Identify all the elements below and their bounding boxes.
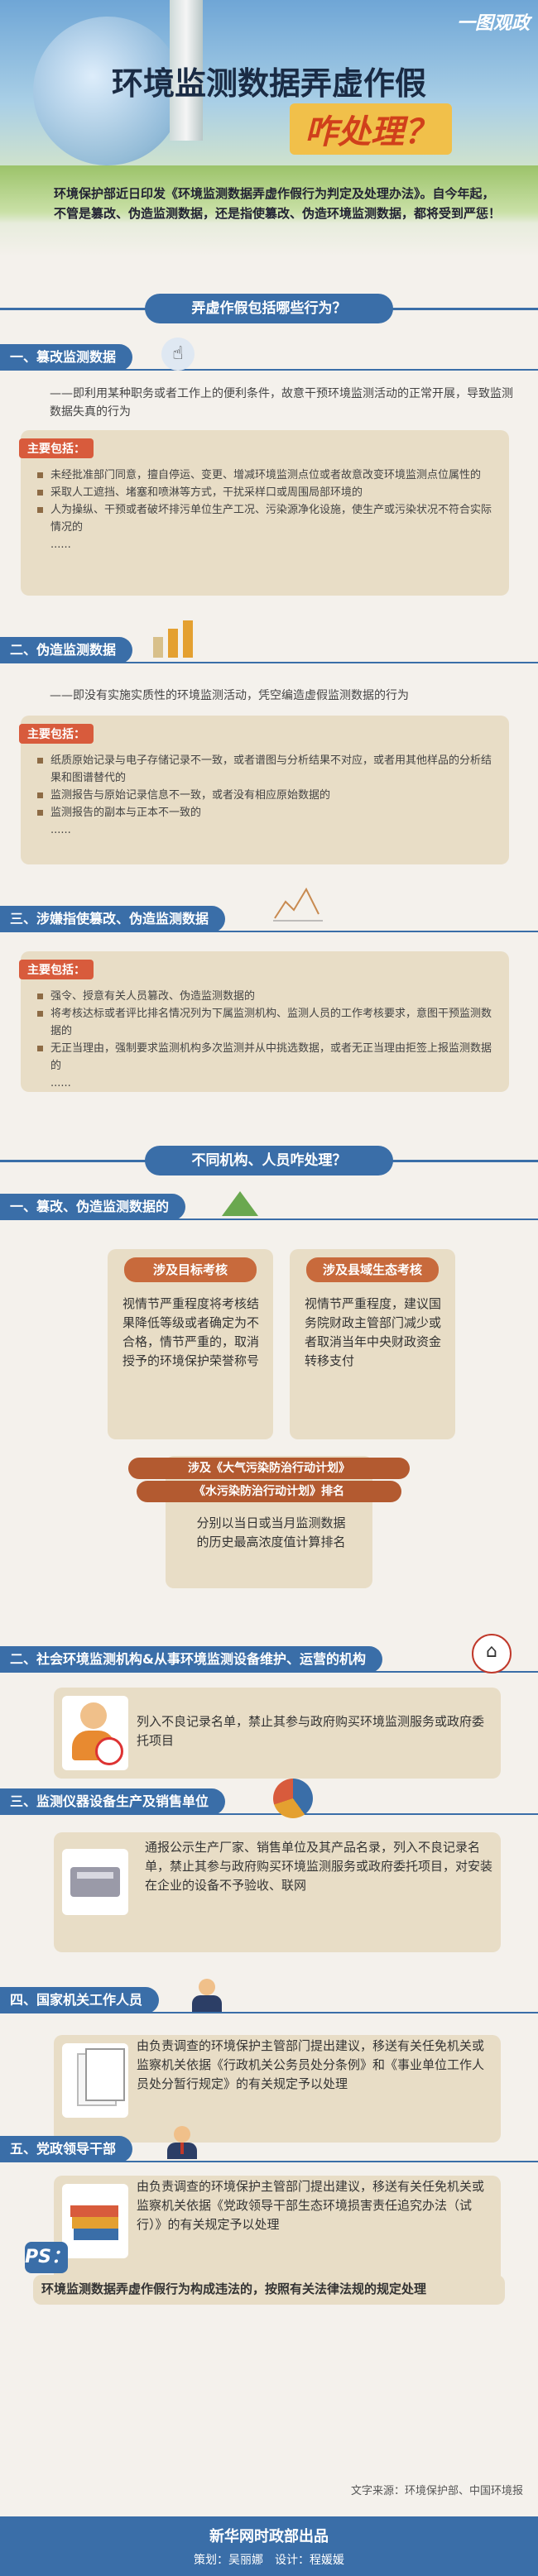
equipment-text: 通报公示生产厂家、销售单位及其产品名录，列入不良记录名单，禁止其参与政府购买环境… <box>145 1840 493 1893</box>
fabricate-definition: ——即没有实施实质性的环境监测活动，凭空编造虚假监测数据的行为 <box>50 689 409 702</box>
section-heading-tamper: 一、篡改监测数据 <box>0 344 133 371</box>
ranking-tab-water: 《水污染防治行动计划》排名 <box>137 1481 401 1502</box>
document-stack-icon <box>62 2043 128 2118</box>
list-item: 纸质原始记录与电子存储记录不一致，或者谱图与分析结果不对应，或者用其他样品的分析… <box>37 752 492 787</box>
tamper-list-box: 主要包括： 未经批准部门同意，擅自停运、变更、增减环境监测点位或者故意改变环境监… <box>19 430 509 596</box>
magnifier-house-icon: ⌂ <box>472 1634 512 1673</box>
cursor-hand-icon: ☝ <box>161 338 195 371</box>
list-item: 监测报告与原始记录信息不一致，或者没有相应原始数据的 <box>37 787 492 804</box>
column-tag: 一图观政 <box>456 12 530 34</box>
banned-person-icon <box>62 1696 128 1770</box>
pie-chart-icon <box>273 1779 313 1818</box>
list-label: 主要包括： <box>19 438 94 458</box>
party-leader-text: 由负责调查的环境保护主管部门提出建议，移送有关任免机关或监察机关依据《党政领导干… <box>137 2179 485 2232</box>
civil-servant-text: 由负责调查的环境保护主管部门提出建议，移送有关任免机关或监察机关依据《行政机关公… <box>137 2038 485 2091</box>
footer: 新华网时政部出品 策划：吴丽娜 设计：程媛媛 <box>0 2516 538 2576</box>
list-item: ...... <box>50 539 71 551</box>
ranking-text: 分别以当日或当月监测数据的历史最高浓度值计算排名 <box>196 1515 346 1549</box>
tamper-definition: ——即利用某种职务或者工作上的便利条件，故意干预环境监测活动的正常开展，导致监测… <box>50 387 513 419</box>
section-heading-civil-servant: 四、国家机关工作人员 <box>0 1987 160 2013</box>
page-subtitle: 咋处理？ <box>290 103 452 155</box>
list-item: ...... <box>50 1077 71 1089</box>
publisher: 新华网时政部出品 <box>209 2528 329 2545</box>
target-assessment-tab: 涉及目标考核 <box>124 1257 257 1282</box>
leader-person-icon <box>166 2126 199 2159</box>
list-item: 未经批准部门同意，擅自停运、变更、增减环境监测点位或者故意改变环境监测点位属性的 <box>37 467 492 484</box>
section-heading-monitoring-agency: 二、社会环境监测机构&从事环境监测设备维护、运营的机构 <box>0 1646 382 1673</box>
official-person-icon <box>190 1979 223 2012</box>
list-item: 监测报告的副本与正本不一致的 <box>37 804 492 821</box>
banner-title: 不同机构、人员咋处理？ <box>145 1146 393 1175</box>
list-item: 无正当理由，强制要求监测机构多次监测并从中挑选数据，或者无正当理由拒签上报监测数… <box>37 1040 492 1075</box>
section-heading-penalty-data: 一、篡改、伪造监测数据的 <box>0 1194 186 1220</box>
credits: 策划：吴丽娜 设计：程媛媛 <box>194 2554 344 2567</box>
section-heading-instigate: 三、涉嫌指使篡改、伪造监测数据 <box>0 906 226 932</box>
mountain-icon <box>222 1191 258 1216</box>
section-banner-behaviors: 弄虚作假包括哪些行为？ <box>0 294 538 323</box>
target-assessment-text: 视情节严重程度将考核结果降低等级或者确定为不合格，情节严重的，取消授予的环境保护… <box>122 1296 260 1368</box>
equipment-machine-icon <box>62 1849 128 1915</box>
ps-badge: PS： <box>25 2242 70 2273</box>
list-item: 采取人工遮挡、堵塞和喷淋等方式，干扰采样口或周围局部环境的 <box>37 484 492 501</box>
source-note: 文字来源：环境保护部、中国环境报 <box>350 2485 523 2497</box>
section-heading-equipment: 三、监测仪器设备生产及销售单位 <box>0 1788 226 1815</box>
page-title: 环境监测数据弄虚作假 <box>111 65 426 102</box>
section-heading-party-leader: 五、党政领导干部 <box>0 2136 133 2162</box>
list-item: 将考核达标或者评比排名情况列为下属监测机构、监测人员的工作考核要求，意图干预监测… <box>37 1005 492 1040</box>
list-item: 人为操纵、干预或者破坏排污单位生产工况、污染源净化设施，使生产或污染状况不符合实… <box>37 501 492 536</box>
county-eco-tab: 涉及县域生态考核 <box>306 1257 439 1282</box>
line-chart-icon <box>273 885 323 922</box>
bar-chart-icon <box>153 616 211 658</box>
list-item: ...... <box>50 824 71 836</box>
agency-text: 列入不良记录名单，禁止其参与政府购买环境监测服务或政府委托项目 <box>137 1714 485 1748</box>
banner-title: 弄虚作假包括哪些行为？ <box>145 294 393 323</box>
list-item: 强令、授意有关人员篡改、伪造监测数据的 <box>37 988 492 1005</box>
list-label: 主要包括： <box>19 724 94 744</box>
section-heading-fabricate: 二、伪造监测数据 <box>0 637 133 663</box>
files-stack-icon <box>62 2184 128 2258</box>
list-label: 主要包括： <box>19 960 94 979</box>
intro-text: 环境保护部近日印发《环境监测数据弄虚作假行为判定及处理办法》。自今年起，不管是篡… <box>54 186 502 221</box>
ps-text: 环境监测数据弄虚作假行为构成违法的，按照有关法律法规的规定处理 <box>41 2282 427 2296</box>
county-eco-text: 视情节严重程度，建议国务院财政主管部门减少或者取消当年中央财政资金转移支付 <box>305 1296 442 1368</box>
ranking-tab-air: 涉及《大气污染防治行动计划》 <box>128 1458 410 1479</box>
section-banner-handling: 不同机构、人员咋处理？ <box>0 1146 538 1175</box>
instigate-list-box: 主要包括： 强令、授意有关人员篡改、伪造监测数据的 将考核达标或者评比排名情况列… <box>19 951 509 1092</box>
fabricate-list-box: 主要包括： 纸质原始记录与电子存储记录不一致，或者谱图与分析结果不对应，或者用其… <box>19 716 509 864</box>
